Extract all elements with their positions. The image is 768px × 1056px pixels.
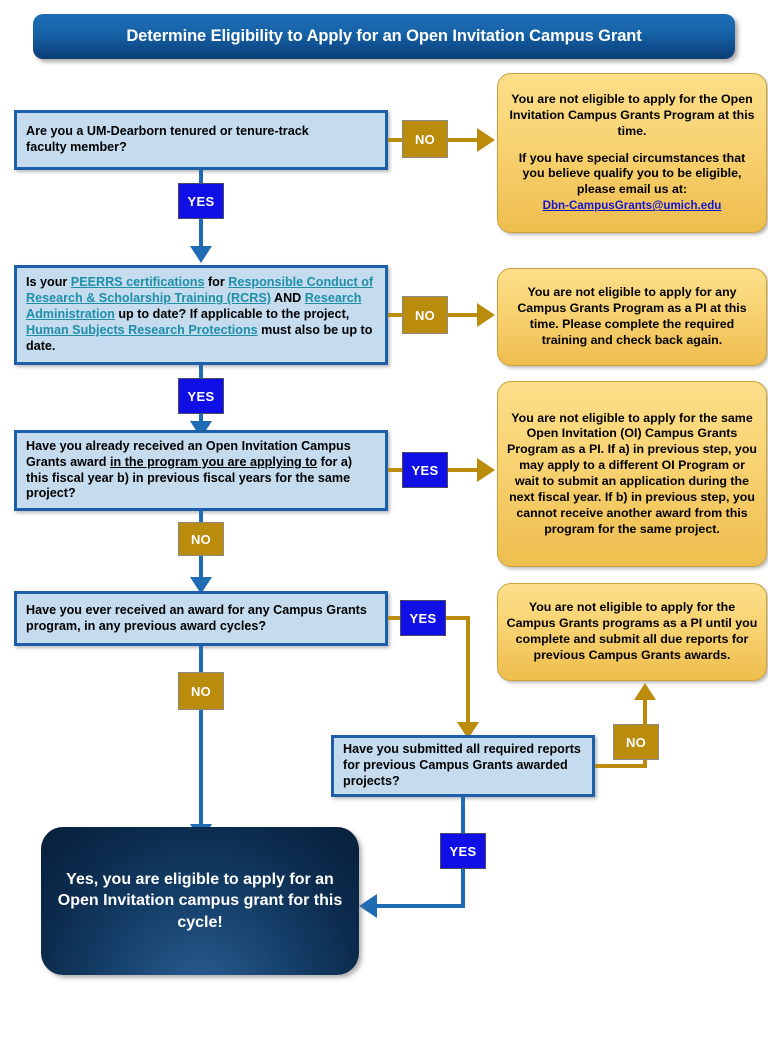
q2-pre1: Is your — [26, 275, 71, 290]
link-peerrs-certifications[interactable]: PEERRS certifications — [71, 275, 205, 289]
badge-q1-no: NO — [402, 120, 448, 158]
connector-q5-no-up-upper — [643, 700, 647, 726]
outcome-box-not-eligible-same-program: You are not eligible to apply for the sa… — [497, 381, 767, 567]
badge-q4-no: NO — [178, 672, 224, 710]
arrowhead-q3-yes — [477, 458, 495, 482]
badge-q2-no: NO — [402, 296, 448, 334]
badge-q3-no: NO — [178, 522, 224, 556]
arrowhead-q5-yes-to-final — [359, 894, 377, 918]
outcome-box-not-eligible-same-program-text: You are not eligible to apply for the sa… — [507, 410, 757, 536]
q2-mid2: AND — [270, 291, 305, 306]
badge-q5-no: NO — [613, 724, 659, 760]
connector-q3-yes-arrow-shaft — [448, 468, 478, 472]
link-human-subjects-research-protections[interactable]: Human Subjects Research Protections — [26, 323, 258, 337]
badge-q1-yes: YES — [178, 183, 224, 219]
outcome-box-not-eligible-training: You are not eligible to apply for any Ca… — [497, 268, 767, 366]
question-box-faculty-status[interactable]: Are you a UM-Dearborn tenured or tenure-… — [14, 110, 388, 170]
question-box-prior-oi-award-text: Have you already received an Open Invita… — [17, 439, 385, 502]
q3-emphasis: in the program you are applying to — [110, 454, 318, 469]
o1-para1: You are not eligible to apply for the Op… — [509, 91, 755, 138]
badge-q2-yes: YES — [178, 378, 224, 414]
page-title-banner: Determine Eligibility to Apply for an Op… — [33, 14, 735, 59]
o1-para2: If you have special circumstances that y… — [518, 150, 746, 197]
arrowhead-q1-yes — [190, 246, 212, 263]
q1-line1: Are you a UM-Dearborn tenured or tenure-… — [26, 124, 309, 139]
arrowhead-q1-no — [477, 128, 495, 152]
question-box-reports-submitted-text: Have you submitted all required reports … — [343, 742, 581, 788]
q2-mid3: up to date? If applicable to the project… — [114, 307, 350, 322]
q2-mid1: for — [204, 275, 229, 290]
connector-q5-no-right — [595, 764, 647, 768]
page-title: Determine Eligibility to Apply for an Op… — [126, 27, 642, 46]
question-box-faculty-status-text: Are you a UM-Dearborn tenured or tenure-… — [17, 124, 385, 156]
outcome-email-link[interactable]: Dbn-CampusGrants@umich.edu — [543, 199, 722, 212]
connector-q5-yes-left — [377, 904, 465, 908]
outcome-box-not-eligible-missing-reports: You are not eligible to apply for the Ca… — [497, 583, 767, 681]
outcome-box-not-eligible-faculty-text: You are not eligible to apply for the Op… — [498, 92, 766, 214]
badge-q5-yes: YES — [440, 833, 486, 869]
o1-spacer — [506, 140, 758, 151]
outcome-box-not-eligible-faculty: You are not eligible to apply for the Op… — [497, 73, 767, 233]
question-box-reports-submitted[interactable]: Have you submitted all required reports … — [331, 735, 595, 797]
connector-q2-no-arrow-shaft — [448, 313, 478, 317]
arrowhead-q5-no — [634, 683, 656, 700]
flowchart-canvas: Determine Eligibility to Apply for an Op… — [0, 0, 768, 1056]
question-box-any-prior-award[interactable]: Have you ever received an award for any … — [14, 591, 388, 646]
question-box-peerrs-training-text: Is your PEERRS certifications for Respon… — [17, 275, 385, 354]
connector-q1-no-arrow-shaft — [448, 138, 478, 142]
result-box-eligible-text: Yes, you are eligible to apply for an Op… — [57, 871, 343, 931]
result-box-eligible: Yes, you are eligible to apply for an Op… — [41, 827, 359, 975]
q1-line2: faculty member? — [26, 140, 127, 154]
question-box-peerrs-training[interactable]: Is your PEERRS certifications for Respon… — [14, 265, 388, 365]
badge-q3-yes: YES — [402, 452, 448, 488]
outcome-box-not-eligible-training-text: You are not eligible to apply for any Ca… — [517, 285, 747, 347]
badge-q4-yes: YES — [400, 600, 446, 636]
question-box-any-prior-award-text: Have you ever received an award for any … — [26, 602, 367, 633]
question-box-prior-oi-award[interactable]: Have you already received an Open Invita… — [14, 430, 388, 511]
arrowhead-q2-no — [477, 303, 495, 327]
outcome-box-not-eligible-missing-reports-text: You are not eligible to apply for the Ca… — [506, 600, 758, 662]
connector-q4-yes-down — [466, 616, 470, 726]
